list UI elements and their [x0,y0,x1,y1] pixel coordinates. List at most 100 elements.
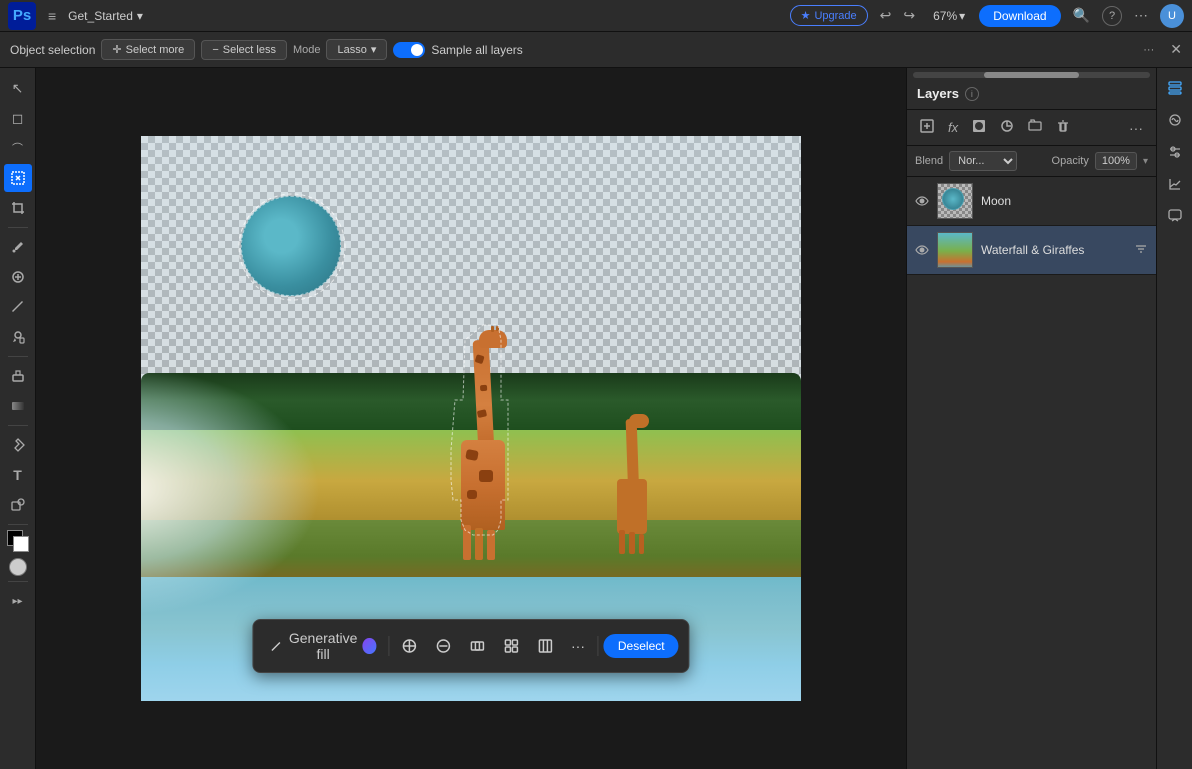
adjustment-button[interactable] [995,116,1019,139]
blend-label: Blend [915,155,943,167]
minus-icon: − [212,44,218,56]
layer-filter-icon[interactable] [1134,242,1148,259]
transform-button[interactable] [395,634,423,658]
left-toolbar: ↖ ◻ ⌒ [0,68,36,769]
mode-label: Mode [293,44,321,56]
toolbar-separator-1 [8,227,28,228]
layer-visibility-moon[interactable] [915,193,929,209]
selection-tool-button[interactable]: ◻ [4,104,32,132]
opacity-value[interactable]: 100% [1095,152,1137,170]
toolbar-separator-5 [8,581,28,582]
new-layer-button[interactable] [915,116,939,139]
document-name[interactable]: Get_Started ▾ [68,9,143,23]
brush-tool-button[interactable] [4,293,32,321]
channels-panel-icon[interactable] [1161,106,1189,134]
more-options-button[interactable]: ··· [1133,41,1164,59]
moon-layer[interactable] [241,196,341,296]
pen-tool-button[interactable] [4,431,32,459]
layer-visibility-giraffes[interactable] [915,242,929,258]
quick-mask-button[interactable] [9,558,27,576]
context-toolbar: Generative fill [252,619,689,673]
avatar: U [1160,4,1184,28]
history-panel-icon[interactable] [1161,170,1189,198]
blend-opacity-row: Blend Nor... Multiply Screen Overlay Opa… [907,146,1156,177]
upgrade-star-icon: ★ [801,9,811,22]
canvas-container: Generative fill [141,136,801,701]
toolbar-separator-3 [8,425,28,426]
sample-layers-switch[interactable] [393,42,425,58]
select-less-button[interactable]: − Select less [201,40,287,60]
crop-tool-button[interactable] [4,194,32,222]
clone-stamp-button[interactable] [4,323,32,351]
layers-panel: Layers i fx [906,68,1156,769]
layers-panel-icon[interactable] [1161,74,1189,102]
lasso-mode-button[interactable]: Lasso ▾ [326,39,387,60]
layer-item-moon[interactable]: Moon [907,177,1156,226]
mask-button[interactable] [967,116,991,139]
layer-thumbnail-giraffes [937,232,973,268]
foreground-color-swatch[interactable] [7,530,29,552]
selection-marching-ants [237,192,347,302]
undo-button[interactable]: ↩ [876,5,896,26]
opacity-label: Opacity [1052,155,1089,167]
intersect-button[interactable] [463,634,491,658]
layers-info-icon[interactable]: i [965,87,979,101]
close-options-button[interactable]: ✕ [1170,41,1182,58]
sample-all-layers-label: Sample all layers [431,43,522,57]
thumb-giraffe-scene [938,233,973,268]
panel-icon-strip [1156,68,1192,769]
hamburger-menu[interactable]: ≡ [44,6,60,26]
text-tool-button[interactable]: T [4,461,32,489]
canvas-area: Generative fill [36,68,906,769]
layers-tools-bar: fx [907,110,1156,146]
blend-mode-select[interactable]: Nor... Multiply Screen Overlay [949,151,1017,171]
canvas-background[interactable] [141,136,801,701]
plus-icon: ✛ [112,43,121,56]
eyedropper-tool-button[interactable] [4,233,32,261]
transform2-button[interactable] [531,634,559,658]
layers-header: Layers i [907,78,1156,110]
redo-button[interactable]: ↪ [899,5,919,26]
expand-button[interactable] [497,634,525,658]
help-button[interactable]: ? [1102,6,1122,26]
more-ctx-button[interactable]: ··· [565,634,591,658]
delete-layer-button[interactable] [1051,116,1075,139]
panel-scrollbar[interactable] [907,68,1156,78]
layers-panel-title: Layers [917,86,959,101]
sample-all-layers-toggle[interactable]: Sample all layers [393,42,522,58]
comments-panel-icon[interactable] [1161,202,1189,230]
deselect-button[interactable]: Deselect [604,634,679,658]
opacity-arrow[interactable]: ▾ [1143,156,1148,167]
ai-badge [363,638,376,654]
generative-fill-button[interactable]: Generative fill [263,626,382,666]
zoom-level-button[interactable]: 67% ▾ [927,7,971,25]
context-toolbar-divider-1 [388,636,389,656]
more-tools-button[interactable]: ▸▸ [4,587,32,615]
ps-logo: Ps [8,2,36,30]
upgrade-button[interactable]: ★ Upgrade [790,5,868,26]
download-button[interactable]: Download [979,5,1060,27]
layer-name-giraffes: Waterfall & Giraffes [981,243,1126,257]
gradient-tool-button[interactable] [4,392,32,420]
topbar: Ps ≡ Get_Started ▾ ★ Upgrade ↩ ↪ 67% ▾ D… [0,0,1192,32]
lasso-tool-button[interactable]: ⌒ [4,134,32,162]
search-button[interactable]: 🔍 [1069,5,1094,26]
healing-tool-button[interactable] [4,263,32,291]
shape-tool-button[interactable] [4,491,32,519]
toolbar-separator-2 [8,356,28,357]
eraser-tool-button[interactable] [4,362,32,390]
options-bar: Object selection ✛ Select more − Select … [0,32,1192,68]
layers-more-button[interactable]: ··· [1124,117,1148,139]
select-more-button[interactable]: ✛ Select more [101,39,195,60]
layer-item-giraffes[interactable]: Waterfall & Giraffes [907,226,1156,275]
move-tool-button[interactable]: ↖ [4,74,32,102]
fx-button[interactable]: fx [943,117,963,138]
layer-thumbnail-moon [937,183,973,219]
adjustments-panel-icon[interactable] [1161,138,1189,166]
giraffe-tall [451,330,521,560]
object-selection-tool-button[interactable] [4,164,32,192]
context-toolbar-divider-2 [597,636,598,656]
apps-button[interactable]: ⋯ [1130,5,1152,26]
subtract-button[interactable] [429,634,457,658]
group-button[interactable] [1023,116,1047,139]
